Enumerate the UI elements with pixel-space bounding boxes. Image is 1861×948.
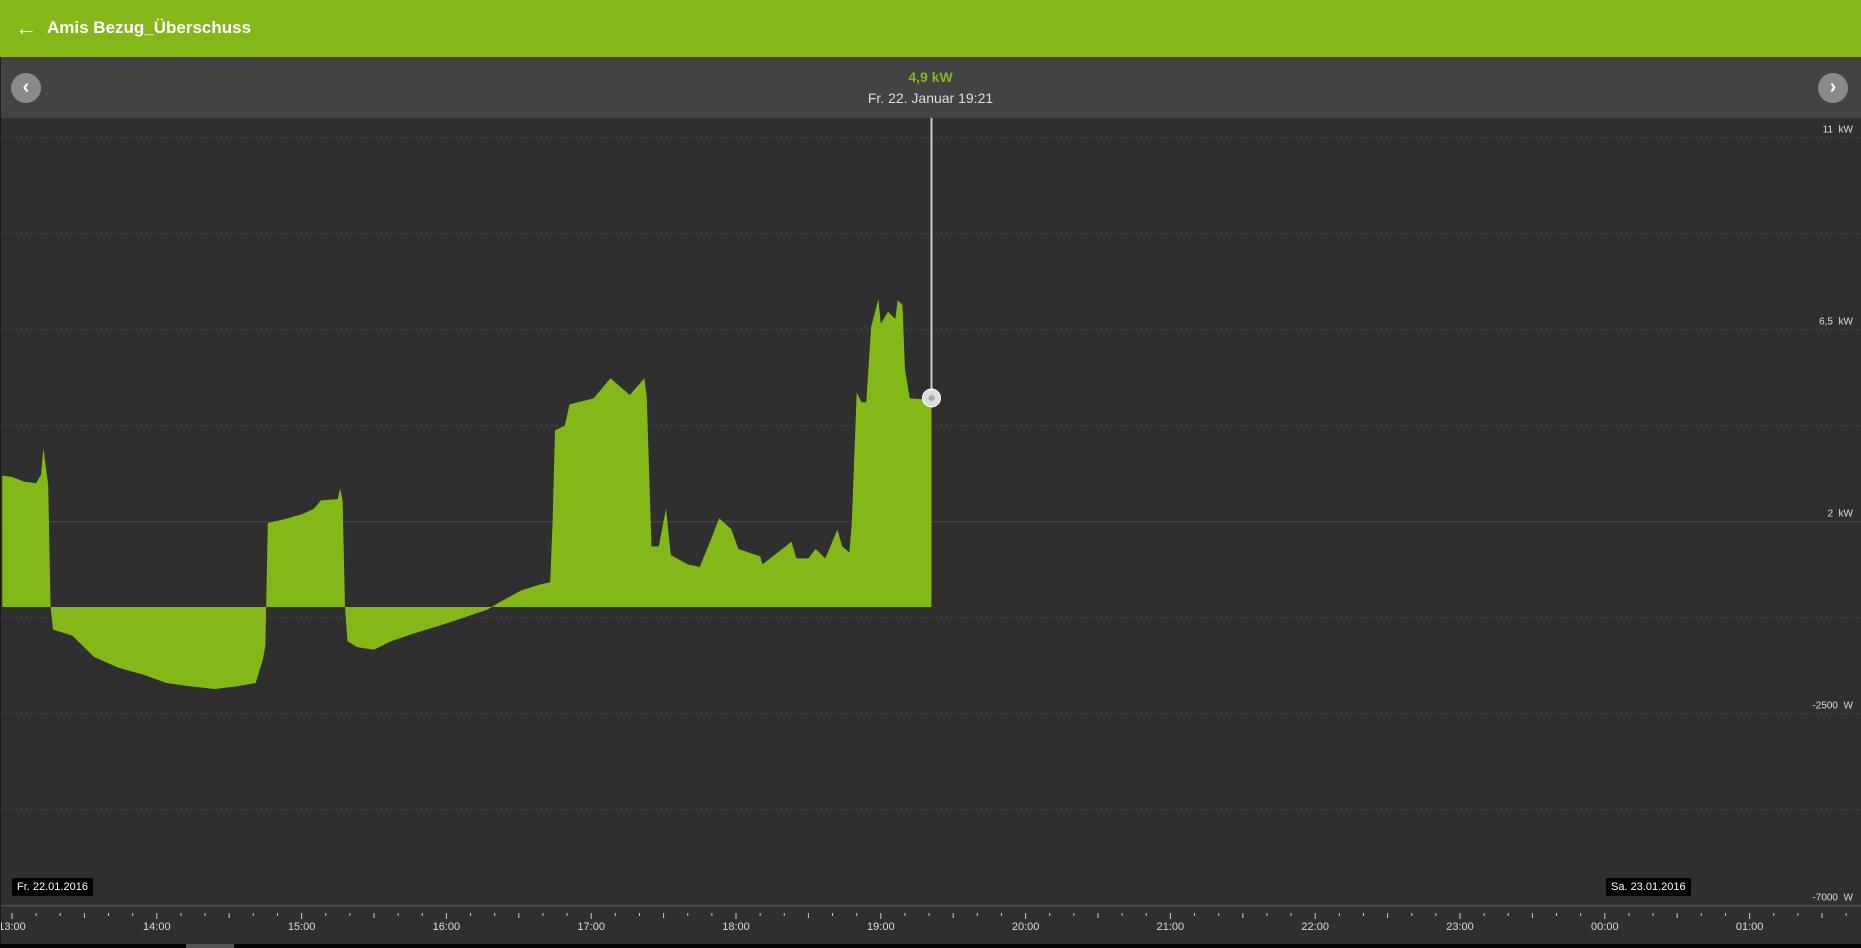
x-tick-label: 22:00 <box>1301 921 1329 933</box>
y-tick-label: -7000 W <box>1812 893 1853 904</box>
y-tick-label: -2500 W <box>1812 701 1853 712</box>
x-tick-label: 19:00 <box>867 921 895 933</box>
cursor-handle-dot <box>928 394 935 401</box>
x-tick-label: 20:00 <box>1012 921 1040 933</box>
chart[interactable]: 11 kW 6,5 kW 2 kW -2500 W -7000 W 13:00 14:00 1… <box>0 0 1861 944</box>
y-tick-label: 11 kW <box>1823 125 1854 136</box>
x-tick-label: 15:00 <box>288 921 316 933</box>
x-tick-label: 14:00 <box>143 921 171 933</box>
scrollbar-thumb[interactable] <box>186 944 234 948</box>
series-area <box>2 299 932 689</box>
date-label-start: Fr. 22.01.2016 <box>12 878 93 896</box>
x-tick-label: 16:00 <box>433 921 461 933</box>
x-tick-label: 01:00 <box>1736 921 1764 933</box>
x-tick-label: 21:00 <box>1157 921 1185 933</box>
date-label-end: Sa. 23.01.2016 <box>1606 878 1691 896</box>
scroll-track[interactable] <box>0 944 1861 948</box>
x-tick-label: 18:00 <box>722 921 750 933</box>
y-tick-label: 6,5 kW <box>1819 317 1853 328</box>
x-tick-label: 23:00 <box>1446 921 1474 933</box>
y-tick-label: 2 kW <box>1827 509 1853 520</box>
x-tick-label: 13:00 <box>0 921 26 933</box>
x-tick-label: 17:00 <box>577 921 605 933</box>
x-tick-label: 00:00 <box>1591 921 1619 933</box>
